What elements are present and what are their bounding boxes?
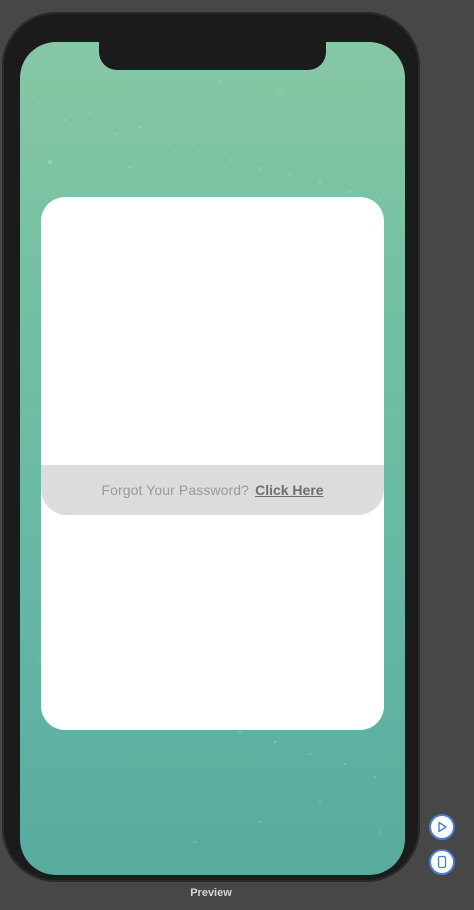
login-card: Forgot Your Password? Click Here [41, 197, 384, 730]
xcode-preview-canvas: Forgot Your Password? Click Here Preview [0, 0, 474, 910]
live-preview-button[interactable] [429, 814, 455, 840]
forgot-password-prompt: Forgot Your Password? [101, 482, 250, 498]
forgot-password-row: Forgot Your Password? Click Here [41, 465, 384, 515]
phone-notch [99, 42, 326, 70]
preview-on-device-button[interactable] [429, 849, 455, 875]
phone-frame: Forgot Your Password? Click Here [2, 12, 420, 882]
phone-screen: Forgot Your Password? Click Here [20, 42, 405, 875]
device-icon [437, 855, 447, 869]
preview-label: Preview [190, 887, 232, 899]
forgot-password-link[interactable]: Click Here [255, 482, 323, 498]
play-icon [438, 821, 447, 833]
